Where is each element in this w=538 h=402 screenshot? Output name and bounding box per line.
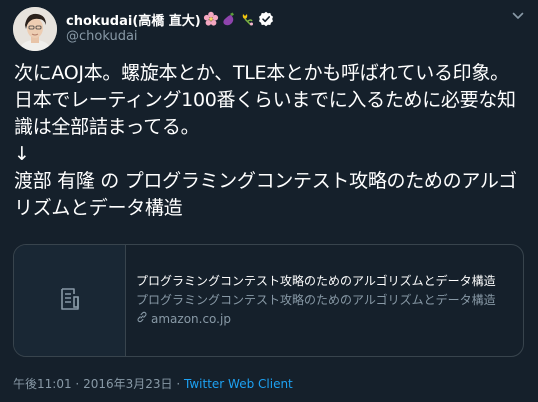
tweet-date[interactable]: 2016年3月23日	[83, 377, 172, 391]
more-options-button[interactable]	[508, 7, 528, 27]
card-description: プログラミングコンテスト攻略のためのアルゴリズムとデータ構造	[136, 293, 496, 307]
avatar[interactable]	[13, 7, 57, 51]
card-domain: amazon.co.jp	[136, 311, 496, 328]
tweet-source-link[interactable]: Twitter Web Client	[184, 377, 293, 391]
user-name-row[interactable]: chokudai(高橋 直大)	[66, 10, 274, 29]
verified-badge-icon	[258, 11, 274, 27]
tweet: chokudai(高橋 直大) @chokudai 次にAOJ本。螺旋本とか、T…	[0, 0, 538, 402]
cherry-blossom-icon	[203, 11, 219, 27]
document-icon	[57, 286, 83, 316]
chevron-down-icon	[511, 8, 525, 27]
separator: ·	[176, 377, 181, 391]
tweet-time[interactable]: 午後11:01	[13, 377, 72, 391]
eggplant-icon	[221, 11, 237, 27]
card-body: プログラミングコンテスト攻略のためのアルゴリズムとデータ構造 プログラミングコン…	[126, 245, 496, 356]
card-domain-text: amazon.co.jp	[151, 312, 231, 326]
user-handle[interactable]: @chokudai	[66, 29, 138, 44]
display-name[interactable]: chokudai(高橋 直大)	[66, 10, 201, 29]
card-thumbnail	[14, 245, 126, 356]
tweet-text: 次にAOJ本。螺旋本とか、TLE本とかも呼ばれている印象。日本でレーティング10…	[14, 62, 517, 219]
tulip-icon	[239, 11, 255, 27]
card-title: プログラミングコンテスト攻略のためのアルゴリズムとデータ構造	[136, 274, 496, 288]
tweet-metadata: 午後11:01 · 2016年3月23日 · Twitter Web Clien…	[13, 375, 293, 392]
link-icon	[136, 311, 151, 328]
link-card[interactable]: プログラミングコンテスト攻略のためのアルゴリズムとデータ構造 プログラミングコン…	[13, 244, 524, 357]
separator: ·	[75, 377, 80, 391]
